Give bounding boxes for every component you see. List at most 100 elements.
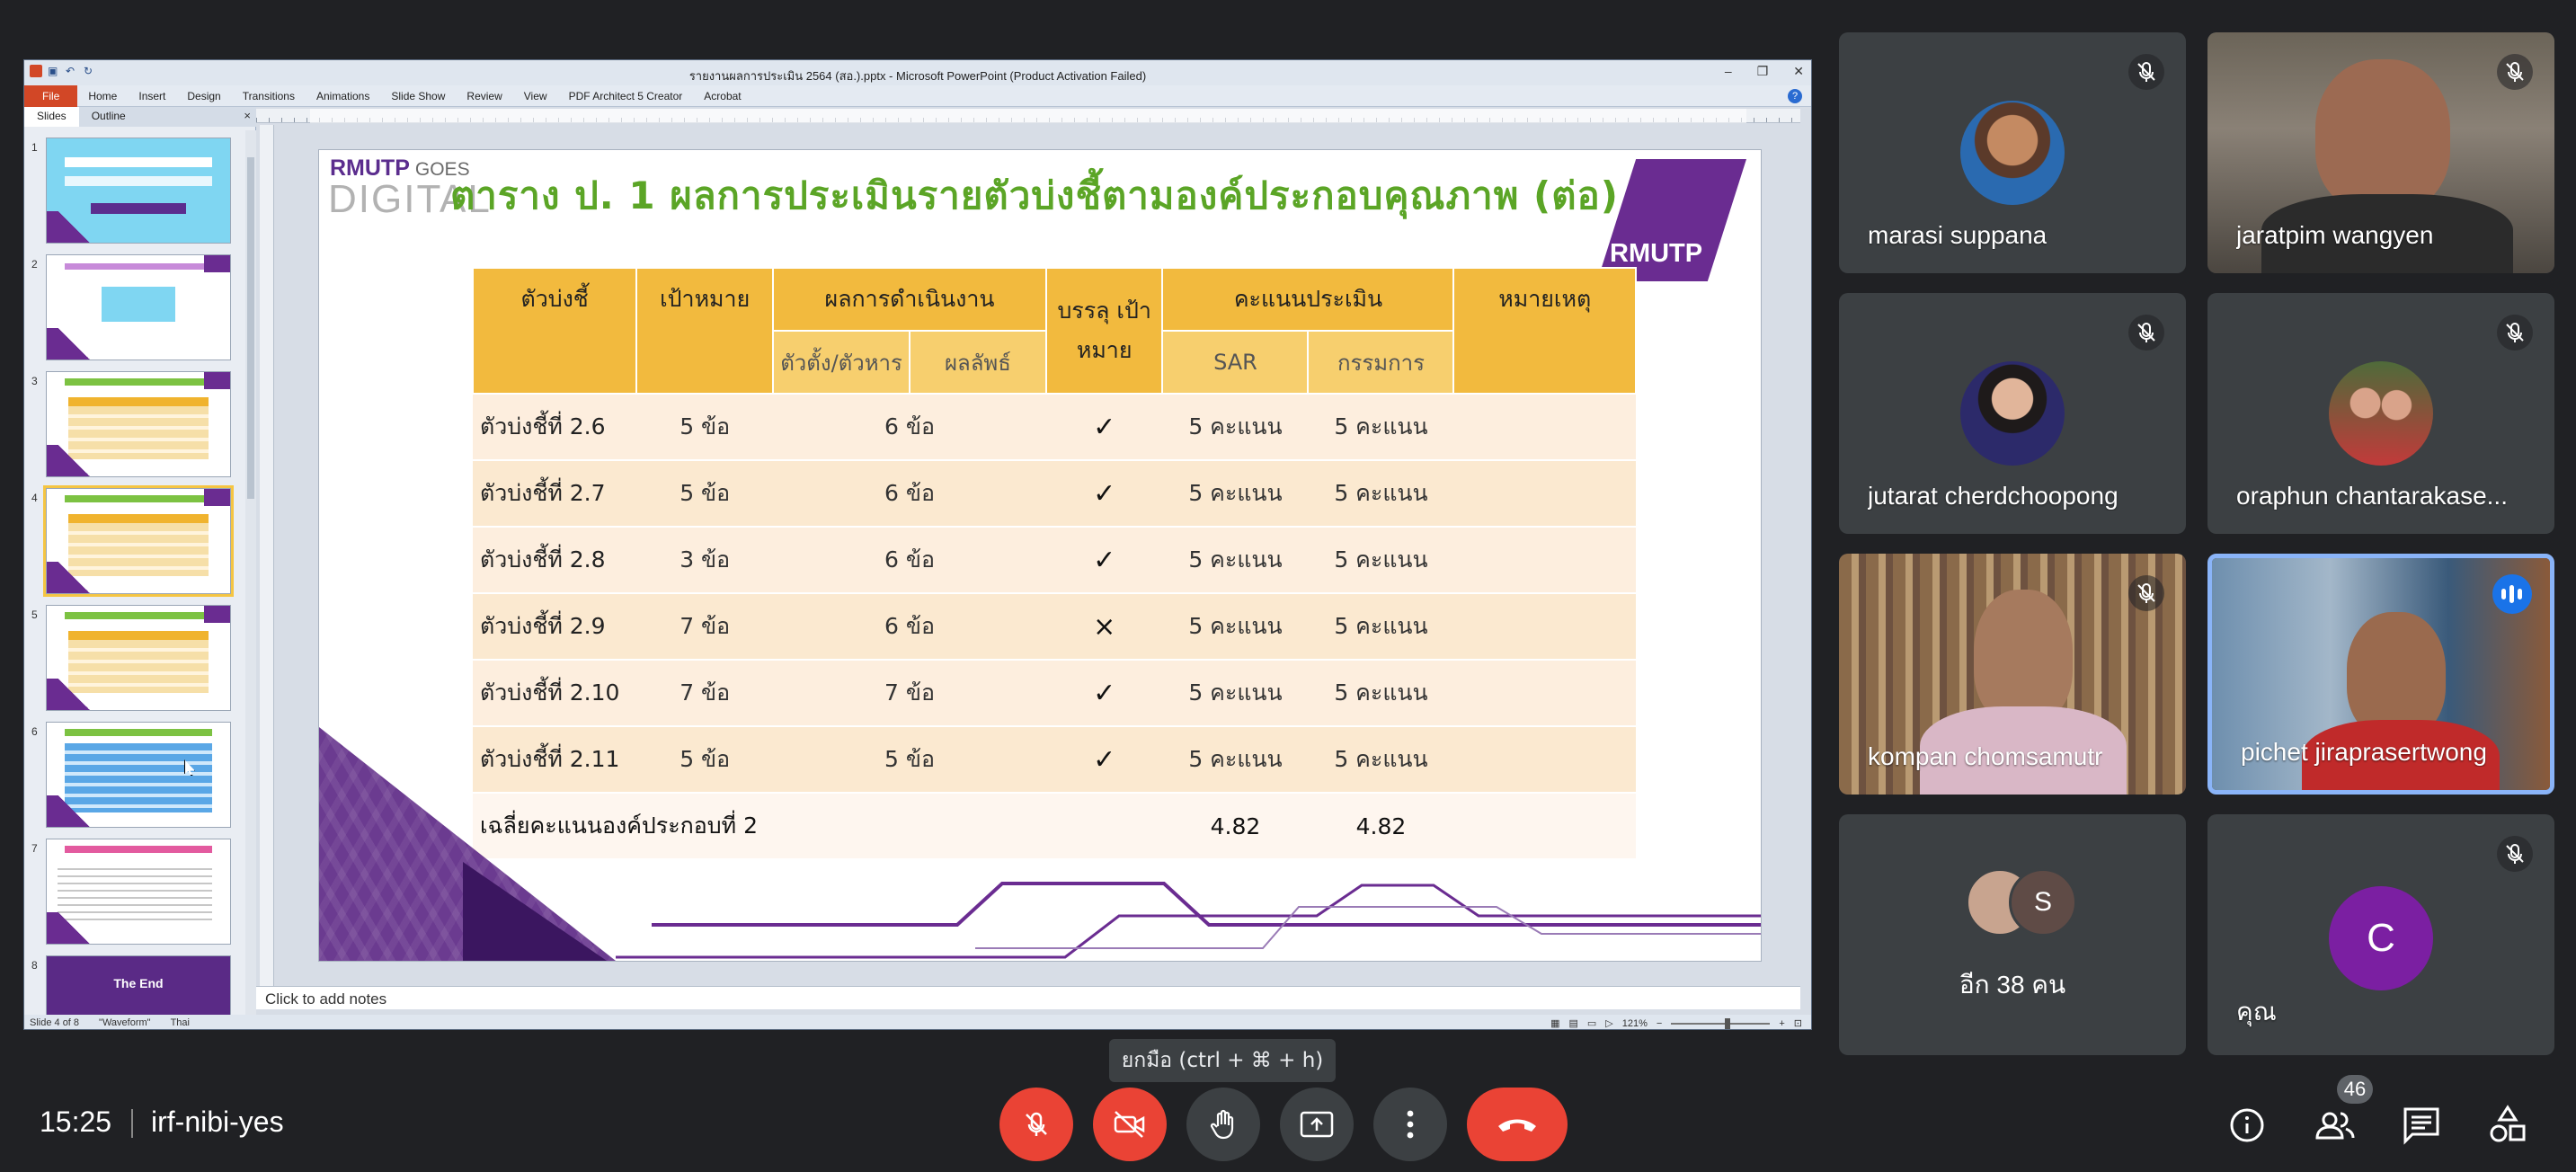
participant-tile[interactable]: marasi suppana [1839, 32, 2186, 273]
ribbon-tab-view[interactable]: View [513, 85, 558, 107]
slide-thumbnail-8[interactable]: 8 The End [24, 955, 245, 1015]
participant-tile-speaking[interactable]: pichet jiraprasertwong [2207, 554, 2554, 795]
speaking-indicator-icon [2492, 574, 2532, 614]
hand-icon [1210, 1109, 1234, 1140]
close-icon[interactable]: ✕ [1793, 64, 1804, 79]
mic-toggle-button[interactable] [999, 1088, 1073, 1161]
fit-slide-icon[interactable]: ⊡ [1794, 1017, 1802, 1029]
thumbnails-scrollbar[interactable] [245, 130, 256, 1015]
slide-thumbnail-3[interactable]: 3 [24, 371, 245, 483]
cross-icon: × [1045, 593, 1163, 661]
thumbnail-image [46, 722, 231, 828]
slide-thumbnail-2[interactable]: 2 [24, 254, 245, 366]
header-achieved: บรรลุ เป้าหมาย [1044, 267, 1164, 395]
minimize-icon[interactable]: – [1725, 64, 1732, 79]
help-icon[interactable]: ? [1788, 89, 1802, 103]
zoom-level[interactable]: 121% [1622, 1018, 1648, 1029]
meeting-info-button[interactable] [2224, 1102, 2270, 1149]
avatar: C [2329, 886, 2433, 990]
status-language: Thai [170, 1017, 190, 1028]
participant-name: jutarat cherdchoopong [1868, 482, 2119, 510]
present-button[interactable] [1280, 1088, 1354, 1161]
info-icon [2230, 1108, 2264, 1142]
ribbon-tab-insert[interactable]: Insert [128, 85, 176, 107]
cell-result: 6 ข้อ [773, 593, 1046, 661]
ribbon-tab-review[interactable]: Review [456, 85, 512, 107]
check-icon: ✓ [1045, 726, 1163, 794]
cell-result: 7 ข้อ [773, 660, 1046, 727]
ribbon-tab-slideshow[interactable]: Slide Show [380, 85, 456, 107]
cell-committee: 5 คะแนน [1308, 527, 1454, 594]
mic-off-icon [2497, 836, 2533, 872]
ribbon-tab-design[interactable]: Design [176, 85, 231, 107]
camera-toggle-button[interactable] [1093, 1088, 1167, 1161]
check-icon: ✓ [1045, 527, 1163, 594]
header-score-committee: กรรมการ [1307, 330, 1455, 395]
ribbon-tab-file[interactable]: File [24, 85, 78, 107]
assessment-table: ตัวบ่งชี้ เป้าหมาย ผลการดำเนินงาน บรรลุ … [471, 267, 1637, 860]
ribbon-tab-animations[interactable]: Animations [306, 85, 380, 107]
cell-remark [1453, 793, 1636, 860]
cell-committee: 5 คะแนน [1308, 593, 1454, 661]
slide-canvas[interactable]: RMUTP GOES DIGITAL ตาราง ป. 1 ผลการประเมิ… [319, 150, 1761, 961]
thumbnail-number: 1 [31, 141, 38, 154]
slide-thumbnail-1[interactable]: 1 [24, 138, 245, 249]
activities-button[interactable] [2484, 1102, 2531, 1149]
participant-tile[interactable]: jutarat cherdchoopong [1839, 293, 2186, 534]
self-tile[interactable]: C คุณ [2207, 814, 2554, 1055]
ribbon-tab-transitions[interactable]: Transitions [232, 85, 306, 107]
more-options-button[interactable] [1373, 1088, 1447, 1161]
close-panel-icon[interactable]: × [244, 109, 251, 122]
zoom-slider[interactable] [1671, 1017, 1771, 1029]
table-row: ตัวบ่งชี้ที่ 2.9 7 ข้อ 6 ข้อ × 5 คะแนน 5… [473, 593, 1636, 661]
more-participants-tile[interactable]: S อีก 38 คน [1839, 814, 2186, 1055]
header-perf-ratio: ตัวตั้ง/ตัวหาร [772, 330, 910, 395]
leave-call-button[interactable] [1467, 1088, 1568, 1161]
slide-thumbnail-6[interactable]: 6 [24, 722, 245, 833]
ribbon-tab-pdf-architect[interactable]: PDF Architect 5 Creator [558, 85, 694, 107]
cell-remark [1453, 460, 1636, 528]
cell-sar: 5 คะแนน [1162, 394, 1309, 461]
ribbon-tab-home[interactable]: Home [77, 85, 128, 107]
cell-indicator: ตัวบ่งชี้ที่ 2.11 [473, 726, 637, 794]
thumbnail-image: The End [46, 955, 231, 1015]
notes-pane[interactable]: Click to add notes [256, 986, 1800, 1009]
thumbnail-number: 7 [31, 842, 38, 855]
thumbnail-image [46, 254, 231, 360]
thumbnail-number: 6 [31, 725, 38, 738]
check-icon: ✓ [1045, 460, 1163, 528]
raise-hand-button[interactable] [1186, 1088, 1260, 1161]
participant-tile[interactable]: oraphun chantarakase... [2207, 293, 2554, 534]
more-participants-avatars: S [1950, 868, 2077, 940]
header-indicator: ตัวบ่งชี้ [471, 267, 638, 395]
tab-outline[interactable]: Outline [79, 107, 138, 127]
raise-hand-tooltip: ยกมือ (ctrl + ⌘ + h) [1109, 1039, 1336, 1082]
slide-thumbnails: 1 2 3 4 5 6 7 8 The End [24, 130, 245, 1015]
chat-button[interactable] [2398, 1102, 2445, 1149]
cell-result: 5 ข้อ [773, 726, 1046, 794]
zoom-out-icon[interactable]: − [1657, 1018, 1662, 1029]
sorter-view-icon[interactable]: ▤ [1568, 1017, 1577, 1029]
normal-view-icon[interactable]: ▦ [1550, 1017, 1559, 1029]
thumbnail-image [46, 839, 231, 945]
participant-tile[interactable]: kompan chomsamutr [1839, 554, 2186, 795]
average-committee: 4.82 [1308, 793, 1454, 860]
slide-thumbnail-4[interactable]: 4 [24, 485, 245, 599]
slideshow-view-icon[interactable]: ▷ [1605, 1017, 1612, 1029]
participant-tile[interactable]: jaratpim wangyen [2207, 32, 2554, 273]
restore-icon[interactable]: ❐ [1757, 64, 1769, 79]
slide-thumbnail-5[interactable]: 5 [24, 605, 245, 716]
meet-window: ▣ ↶ ↻ รายงานผลการประเมิน 2564 (สอ.).pptx… [0, 0, 2576, 1172]
zoom-in-icon[interactable]: + [1779, 1018, 1784, 1029]
people-button[interactable] [2312, 1102, 2358, 1149]
slide-thumbnail-7[interactable]: 7 [24, 839, 245, 950]
mic-off-icon [2497, 315, 2533, 351]
ribbon-tab-acrobat[interactable]: Acrobat [693, 85, 751, 107]
cell-target: 5 ข้อ [636, 726, 774, 794]
activities-icon [2490, 1105, 2526, 1142]
cell-committee: 5 คะแนน [1308, 660, 1454, 727]
tab-slides[interactable]: Slides [24, 107, 79, 127]
check-icon: ✓ [1045, 394, 1163, 461]
mic-off-icon [1026, 1112, 1047, 1136]
reading-view-icon[interactable]: ▭ [1587, 1017, 1596, 1029]
